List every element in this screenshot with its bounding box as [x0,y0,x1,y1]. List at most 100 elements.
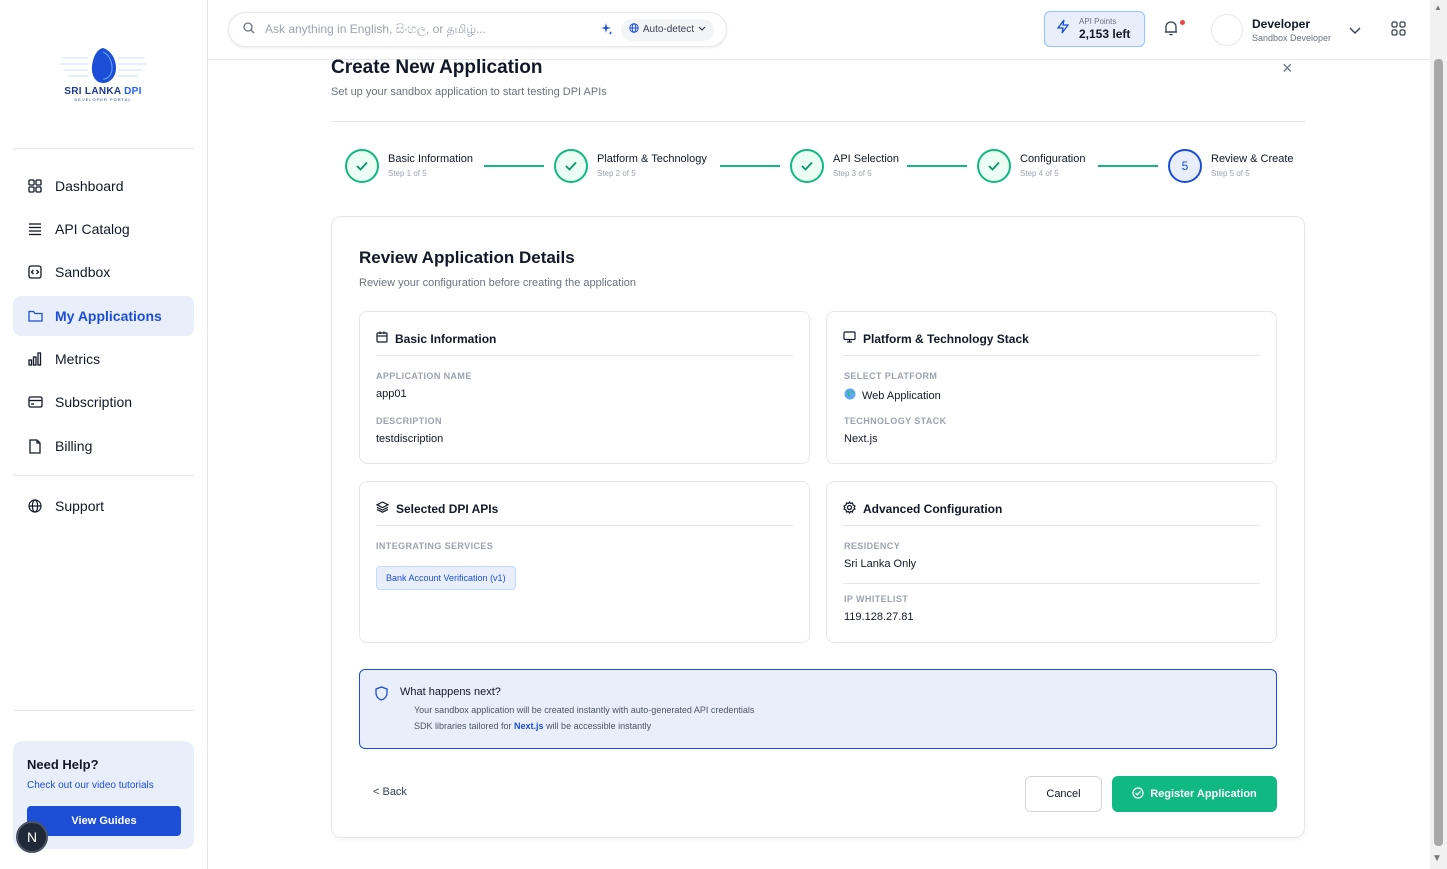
search-bar[interactable]: Ask anything in English, සිංහල, or தமிழ்… [228,12,727,47]
info-tech-name: Next.js [514,721,544,731]
sidebar-item-label: Dashboard [55,178,124,194]
sidebar-item-subscription[interactable]: Subscription [13,382,194,422]
residency-value: Sri Lanka Only [844,558,917,570]
description-label: DESCRIPTION [376,416,442,426]
sidebar-divider [13,148,194,149]
search-icon [243,21,255,39]
review-subtitle: Review your configuration before creatin… [359,277,636,289]
step-connector [720,165,780,167]
globe-icon [844,388,856,403]
step-1-title: Basic Information [388,153,473,165]
step-1-check-icon[interactable] [345,149,379,183]
api-points-badge[interactable]: API Points 2,153 left [1044,11,1145,47]
sidebar-item-support[interactable]: Support [13,486,194,526]
panel-divider [843,355,1260,356]
ip-whitelist-value: 119.128.27.81 [844,611,914,623]
help-title: Need Help? [27,757,99,772]
step-3-title: API Selection [833,153,900,165]
portal-logo[interactable]: SRI LANKA DPI DEVELOPER PORTAL [36,30,170,118]
step-5-number[interactable]: 5 [1168,149,1202,183]
panel-divider [843,583,1260,584]
folder-icon [27,308,43,324]
technology-stack-value: Next.js [844,433,878,445]
user-name[interactable]: Developer [1252,17,1310,31]
step-5-title: Review & Create [1211,153,1294,165]
step-2-subtitle: Step 2 of 5 [597,169,636,178]
sidebar-item-sandbox[interactable]: Sandbox [13,252,194,292]
monitor-icon [843,331,856,346]
basic-information-heading: Basic Information [395,331,497,346]
sidebar-item-label: Support [55,498,105,514]
language-select-label: Auto-detect [642,24,694,35]
language-select[interactable]: Auto-detect [620,18,714,41]
basic-information-panel: Basic Information APPLICATION NAME app01… [359,311,810,464]
step-4-check-icon[interactable] [977,149,1011,183]
application-name-label: APPLICATION NAME [376,371,472,381]
step-2-check-icon[interactable] [554,149,588,183]
layers-icon [375,501,390,516]
header-divider [331,121,1305,122]
check-circle-icon [1132,786,1144,802]
info-line-2: SDK libraries tailored for Next.js will … [414,721,652,731]
back-button[interactable]: < Back [373,786,407,798]
sidebar-item-api-catalog[interactable]: API Catalog [13,209,194,249]
sidebar-item-label: Sandbox [55,264,111,280]
list-icon [27,221,43,237]
page-subtitle: Set up your sandbox application to start… [331,86,607,98]
step-4-title: Configuration [1020,153,1086,165]
api-chip[interactable]: Bank Account Verification (v1) [376,566,516,590]
advanced-configuration-panel: Advanced Configuration RESIDENCY Sri Lan… [826,481,1277,643]
ip-whitelist-label: IP WHITELIST [844,594,909,604]
dashboard-grid-icon [27,178,43,194]
notification-bell-icon[interactable] [1164,20,1178,41]
shield-icon [375,686,388,706]
help-video-tutorials-link[interactable]: Check out our video tutorials [27,780,180,791]
step-2-title: Platform & Technology [597,153,707,165]
logo-text: SRI LANKA DPI [64,86,142,97]
logo-subtext: DEVELOPER PORTAL [74,97,132,102]
register-application-button[interactable]: Register Application [1112,776,1277,812]
step-1-subtitle: Step 1 of 5 [388,169,427,178]
sidebar-item-my-applications[interactable]: My Applications [13,296,194,336]
application-name-value: app01 [376,388,407,400]
sidebar: SRI LANKA DPI DEVELOPER PORTAL Dashboard… [0,0,208,869]
step-3-subtitle: Step 3 of 5 [833,169,872,178]
platform-value-row: Web Application [844,388,941,403]
search-input[interactable]: Ask anything in English, සිංහල, or தமிழ்… [265,22,600,38]
close-icon[interactable]: × [1282,58,1293,79]
avatar[interactable] [1211,14,1243,46]
apps-grid-icon[interactable] [1391,21,1406,41]
panel-divider [376,355,793,356]
file-icon [27,438,43,454]
chevron-down-icon[interactable] [1349,22,1361,40]
cancel-button[interactable]: Cancel [1025,776,1102,812]
platform-technology-heading: Platform & Technology Stack [863,331,1029,346]
what-happens-next-box: What happens next? Your sandbox applicat… [359,669,1277,749]
step-connector [484,165,544,167]
nextjs-dev-badge[interactable]: N [16,821,48,853]
what-happens-next-title: What happens next? [400,686,501,698]
page-title: Create New Application [331,57,543,78]
sidebar-item-label: My Applications [55,308,162,324]
panel-divider [843,525,1260,526]
info-line-1: Your sandbox application will be created… [414,705,755,715]
ai-sparkle-icon[interactable] [600,23,613,36]
sidebar-item-label: API Catalog [55,221,130,237]
platform-technology-panel: Platform & Technology Stack SELECT PLATF… [826,311,1277,464]
selected-apis-heading: Selected DPI APIs [396,501,499,516]
scrollbar-thumb[interactable] [1434,59,1443,846]
step-3-check-icon[interactable] [790,149,824,183]
view-guides-button[interactable]: View Guides [27,806,181,836]
scroll-up-arrow-icon[interactable]: ▲ [1434,3,1442,12]
sidebar-divider [13,475,194,476]
chevron-down-icon [698,24,706,35]
gear-icon [843,500,856,517]
scroll-down-arrow-icon[interactable]: ▼ [1432,853,1442,864]
sidebar-item-billing[interactable]: Billing [13,426,194,466]
selected-apis-panel: Selected DPI APIs INTEGRATING SERVICES B… [359,481,810,643]
sidebar-item-dashboard[interactable]: Dashboard [13,166,194,206]
sri-lanka-map-logo-icon [60,48,146,83]
globe-icon [629,23,639,36]
sidebar-item-metrics[interactable]: Metrics [13,339,194,379]
lightning-icon [1056,19,1070,39]
